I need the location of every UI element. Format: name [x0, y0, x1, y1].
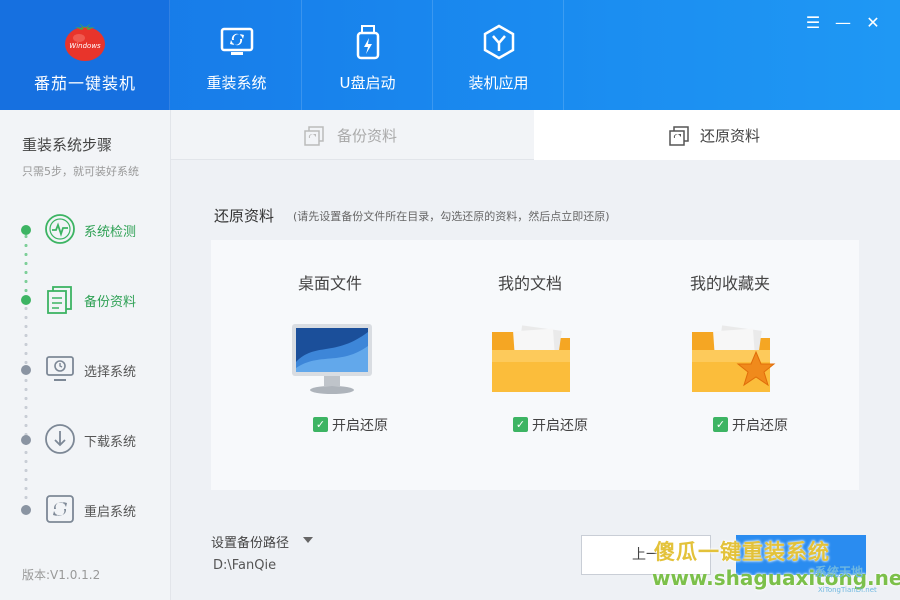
enable-restore-checkbox[interactable]: ✓ — [513, 417, 528, 432]
watermark-site-url: XiTongTianDi.net — [818, 586, 877, 594]
download-icon — [45, 424, 75, 454]
tab-label: 重装系统 — [206, 74, 267, 92]
system-check-icon — [45, 214, 75, 244]
item-label: 我的文档 — [497, 274, 562, 293]
backup-files-icon — [304, 126, 324, 146]
restore-item-desktop: 桌面文件 ✓ 开启还原 — [230, 240, 430, 490]
watermark-title: 傻瓜一键重装系统 — [654, 540, 830, 564]
logo-area: Windows 番茄一键装机 — [0, 0, 170, 110]
caret-down-icon[interactable] — [303, 537, 313, 543]
tab-backup-data[interactable]: 备份资料 — [171, 110, 534, 160]
tab-label: 装机应用 — [468, 74, 529, 92]
restore-item-favorites: 我的收藏夹 ✓ 开启还原 — [630, 240, 830, 490]
step-dot — [21, 365, 31, 375]
step-dot — [21, 435, 31, 445]
checkbox-label: 开启还原 — [732, 418, 788, 434]
sidebar: 重装系统步骤 只需5步，就可装好系统 系统检测 备份资料 选择系统 下载系统 重… — [0, 110, 171, 600]
sidebar-step-restart[interactable]: 重启系统 — [0, 490, 170, 530]
tab-reinstall-system[interactable]: 重装系统 — [171, 0, 302, 110]
enable-restore-checkbox[interactable]: ✓ — [713, 417, 728, 432]
backup-path-value: D:\FanQie — [213, 558, 277, 573]
app-title: 番茄一键装机 — [33, 74, 136, 93]
usb-drive-icon — [356, 25, 380, 60]
checkbox-label: 开启还原 — [532, 418, 588, 434]
backup-icon — [47, 286, 72, 314]
sidebar-subtitle: 只需5步，就可装好系统 — [22, 165, 139, 178]
enable-restore-checkbox[interactable]: ✓ — [313, 417, 328, 432]
header: Windows 番茄一键装机 重装系统 U盘启动 装机应用 ☰ — ✕ — [0, 0, 900, 110]
version-label: 版本:V1.0.1.2 — [22, 568, 101, 582]
desktop-monitor-icon — [292, 324, 372, 394]
restart-icon — [46, 495, 74, 523]
tab-label: 备份资料 — [337, 127, 398, 145]
step-label: 重启系统 — [84, 505, 137, 520]
item-label: 桌面文件 — [297, 274, 362, 293]
tomato-logo-icon: Windows — [65, 23, 105, 61]
set-backup-path-dropdown[interactable]: 设置备份路径 — [211, 532, 289, 551]
step-dot — [21, 505, 31, 515]
folder-icon — [492, 325, 570, 392]
monitor-refresh-icon — [220, 27, 254, 55]
logo-word: Windows — [69, 42, 101, 50]
step-label: 选择系统 — [84, 365, 137, 380]
close-icon[interactable]: ✕ — [862, 12, 884, 34]
sidebar-step-system-check[interactable]: 系统检测 — [0, 210, 170, 250]
tab-restore-data[interactable]: 还原资料 — [534, 110, 900, 160]
restore-item-documents: 我的文档 ✓ 开启还原 — [430, 240, 630, 490]
tab-install-apps[interactable]: 装机应用 — [433, 0, 564, 110]
sidebar-step-download[interactable]: 下载系统 — [0, 420, 170, 460]
step-label: 下载系统 — [84, 435, 137, 450]
hexagon-apps-icon — [483, 24, 515, 60]
minimize-icon[interactable]: — — [832, 12, 854, 34]
tab-label: 还原资料 — [700, 127, 761, 145]
step-label: 备份资料 — [84, 295, 137, 310]
section-hint: (请先设置备份文件所在目录，勾选还原的资料，然后点立即还原) — [293, 210, 610, 223]
menu-icon[interactable]: ☰ — [802, 12, 824, 34]
sidebar-title: 重装系统步骤 — [22, 136, 113, 154]
restore-files-icon — [669, 126, 689, 146]
step-dot — [21, 225, 31, 235]
sidebar-step-backup[interactable]: 备份资料 — [0, 280, 170, 320]
item-label: 我的收藏夹 — [689, 274, 770, 293]
select-system-icon — [46, 356, 74, 381]
tab-usb-boot[interactable]: U盘启动 — [302, 0, 433, 110]
checkbox-label: 开启还原 — [332, 418, 388, 434]
sidebar-step-select-system[interactable]: 选择系统 — [0, 350, 170, 390]
favorites-folder-icon — [692, 325, 776, 392]
section-title: 还原资料 — [214, 207, 275, 225]
tab-label: U盘启动 — [339, 74, 396, 92]
step-label: 系统检测 — [84, 225, 137, 240]
watermark-site-name: 系统天地 — [815, 565, 864, 579]
step-dot — [21, 295, 31, 305]
